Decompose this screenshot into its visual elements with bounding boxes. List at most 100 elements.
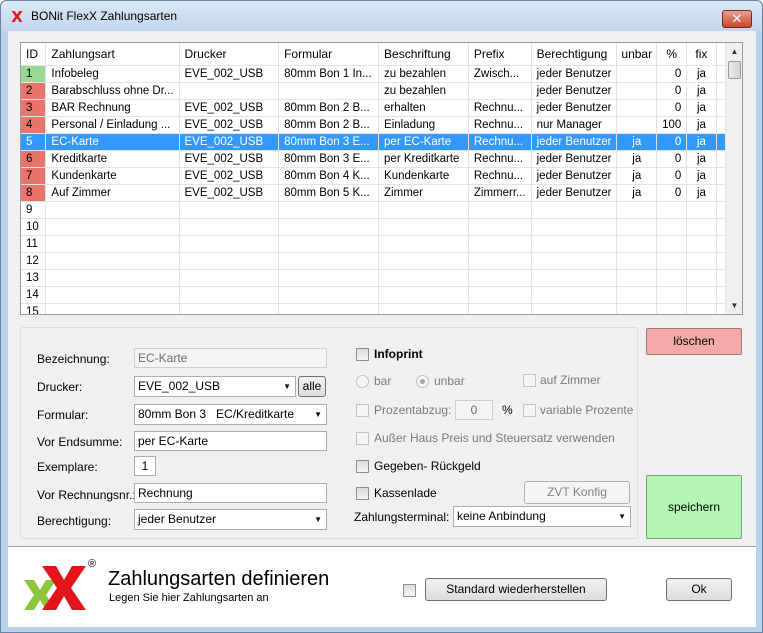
- cell-permission: jeder Benutzer: [531, 184, 618, 202]
- cell-label: [378, 269, 469, 287]
- cell-fix: [686, 252, 717, 270]
- column-header-fix[interactable]: fix: [686, 43, 717, 66]
- gegeben-rueckgeld-checkbox[interactable]: [356, 460, 369, 473]
- cell-permission: [531, 303, 618, 314]
- column-header-beschriftung[interactable]: Beschriftung: [378, 43, 469, 66]
- table-row[interactable]: 11: [21, 235, 742, 253]
- registered-mark: ®: [88, 558, 97, 570]
- cell-printer: [179, 82, 280, 100]
- cell-label: Einladung: [378, 116, 469, 134]
- cell-permission: [531, 269, 618, 287]
- chevron-down-icon: ▼: [314, 515, 322, 524]
- cell-form: [278, 269, 380, 287]
- bar-radio[interactable]: [356, 375, 369, 388]
- cell-form: [278, 201, 380, 219]
- column-header-percent[interactable]: %: [656, 43, 688, 66]
- grid-scrollbar[interactable]: ▲ ▼: [725, 43, 742, 314]
- zahlungsterminal-select[interactable]: keine Anbindung ▼: [453, 506, 631, 527]
- cell-label: zu bezahlen: [378, 82, 469, 100]
- column-header-berechtigung[interactable]: Berechtigung: [531, 43, 618, 66]
- ok-button[interactable]: Ok: [666, 578, 732, 601]
- table-row[interactable]: 14: [21, 286, 742, 304]
- column-header-drucker[interactable]: Drucker: [179, 43, 280, 66]
- table-row[interactable]: 9: [21, 201, 742, 219]
- table-row[interactable]: 8 Auf Zimmer EVE_002_USB 80mm Bon 5 K... Zim…: [21, 184, 742, 202]
- table-row[interactable]: 1 Infobeleg EVE_002_USB 80mm Bon 1 In... zu …: [21, 65, 742, 83]
- cell-prefix: [468, 286, 532, 304]
- close-button[interactable]: ✕: [722, 10, 752, 28]
- save-button[interactable]: speichern: [646, 475, 742, 539]
- cell-prefix: Rechnu...: [468, 133, 532, 151]
- scroll-down-icon[interactable]: ▼: [726, 297, 742, 314]
- drucker-select[interactable]: EVE_002_USB ▼: [134, 376, 296, 397]
- column-header-zahlungsart[interactable]: Zahlungsart: [45, 43, 180, 66]
- vor-endsumme-field[interactable]: per EC-Karte: [134, 431, 327, 451]
- cell-fix: [686, 201, 717, 219]
- vor-rechnungsnr-field[interactable]: Rechnung: [134, 483, 327, 503]
- formular-select[interactable]: 80mm Bon 3 EC/Kreditkarte ▼: [134, 404, 327, 425]
- kassenlade-checkbox[interactable]: [356, 487, 369, 500]
- cell-percent: 0: [656, 65, 688, 83]
- cell-prefix: [468, 82, 532, 100]
- cell-unbar: [616, 286, 658, 304]
- cell-label: Kundenkarte: [378, 167, 469, 185]
- alle-button[interactable]: alle: [298, 376, 326, 397]
- cell-id: 13: [21, 269, 47, 287]
- table-row[interactable]: 13: [21, 269, 742, 287]
- table-row[interactable]: 10: [21, 218, 742, 236]
- title-bar[interactable]: X BONit FlexX Zahlungsarten ✕: [1, 1, 762, 31]
- cell-form: [278, 252, 380, 270]
- cell-printer: EVE_002_USB: [179, 167, 280, 185]
- table-row[interactable]: 6 Kreditkarte EVE_002_USB 80mm Bon 3 E... pe…: [21, 150, 742, 168]
- restore-checkbox[interactable]: [403, 584, 416, 597]
- variable-prozente-checkbox[interactable]: [523, 404, 536, 417]
- berechtigung-select[interactable]: jeder Benutzer ▼: [134, 509, 327, 530]
- scrollbar-thumb[interactable]: [728, 61, 741, 79]
- variable-prozente-label: variable Prozente: [540, 403, 634, 417]
- cell-permission: [531, 218, 618, 236]
- table-row[interactable]: 5 EC-Karte EVE_002_USB 80mm Bon 3 E... per E…: [21, 133, 742, 151]
- table-row[interactable]: 7 Kundenkarte EVE_002_USB 80mm Bon 4 K... Ku…: [21, 167, 742, 185]
- payment-types-grid[interactable]: ID Zahlungsart Drucker Formular Beschrif…: [20, 42, 743, 315]
- prozentabzug-field[interactable]: 0: [455, 400, 493, 420]
- cell-form: 80mm Bon 2 B...: [278, 116, 380, 134]
- delete-button[interactable]: löschen: [646, 328, 742, 355]
- table-row[interactable]: 4 Personal / Einladung ... EVE_002_USB 80mm…: [21, 116, 742, 134]
- zvt-konfig-button[interactable]: ZVT Konfig: [524, 481, 630, 504]
- table-row[interactable]: 15: [21, 303, 742, 314]
- cell-unbar: [616, 252, 658, 270]
- kassenlade-label: Kassenlade: [374, 486, 437, 500]
- column-header-prefix[interactable]: Prefix: [468, 43, 532, 66]
- cell-label: Zimmer: [378, 184, 469, 202]
- scroll-up-icon[interactable]: ▲: [726, 43, 742, 60]
- cell-printer: [179, 201, 280, 219]
- cell-printer: [179, 303, 280, 314]
- table-row[interactable]: 2 Barabschluss ohne Dr... zu bezahlen jeder…: [21, 82, 742, 100]
- cell-printer: [179, 269, 280, 287]
- bezeichnung-field[interactable]: EC-Karte: [134, 348, 327, 368]
- cell-name: Auf Zimmer: [45, 184, 180, 202]
- cell-unbar: [616, 235, 658, 253]
- prozentabzug-checkbox[interactable]: [356, 404, 369, 417]
- cell-percent: 0: [656, 184, 688, 202]
- column-header-id[interactable]: ID: [21, 43, 47, 66]
- auf-zimmer-checkbox[interactable]: [523, 374, 536, 387]
- cell-label: [378, 252, 469, 270]
- column-header-formular[interactable]: Formular: [278, 43, 380, 66]
- exemplare-field[interactable]: 1: [134, 456, 156, 476]
- footer: ® Zahlungsarten definieren Legen Sie hie…: [8, 548, 756, 627]
- cell-percent: [656, 252, 688, 270]
- unbar-radio[interactable]: [416, 375, 429, 388]
- formular-label: Formular:: [37, 408, 89, 422]
- ausser-haus-checkbox[interactable]: [356, 432, 369, 445]
- restore-defaults-button[interactable]: Standard wiederherstellen: [425, 578, 607, 601]
- cell-unbar: [616, 65, 658, 83]
- infoprint-checkbox[interactable]: [356, 348, 369, 361]
- cell-fix: [686, 269, 717, 287]
- table-row[interactable]: 3 BAR Rechnung EVE_002_USB 80mm Bon 2 B... e…: [21, 99, 742, 117]
- table-row[interactable]: 12: [21, 252, 742, 270]
- cell-label: [378, 286, 469, 304]
- cell-unbar: [616, 99, 658, 117]
- cell-percent: [656, 218, 688, 236]
- column-header-unbar[interactable]: unbar: [616, 43, 658, 66]
